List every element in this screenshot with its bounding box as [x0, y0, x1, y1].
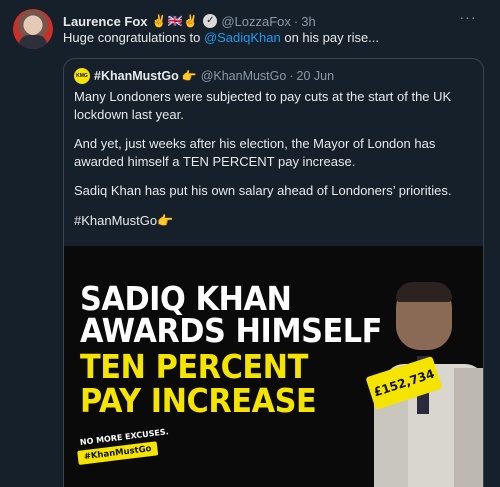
- more-options-icon[interactable]: ···: [458, 10, 478, 28]
- tweet-header: Laurence Fox ✌️🇬🇧✌️ ✓ @LozzaFox · 3h: [63, 12, 316, 30]
- avatar-face: [25, 17, 41, 35]
- verified-icon: ✓: [203, 14, 218, 28]
- quoted-name[interactable]: #KhanMustGo: [94, 69, 179, 83]
- author-emoji: ✌️🇬🇧✌️: [151, 14, 200, 28]
- author-name[interactable]: Laurence Fox: [63, 14, 148, 29]
- tweet-text: Huge congratulations to @SadiqKhan on hi…: [63, 30, 379, 45]
- quoted-media-image[interactable]: SADIQ KHAN AWARDS HIMSELF TEN PERCENT PA…: [64, 246, 483, 487]
- person-hair: [396, 282, 452, 302]
- headline-line-4: PAY INCREASE: [80, 381, 317, 420]
- quoted-paragraph: And yet, just weeks after his election, …: [74, 136, 436, 169]
- tweet: Laurence Fox ✌️🇬🇧✌️ ✓ @LozzaFox · 3h ···…: [0, 0, 500, 487]
- avatar-suit: [19, 35, 47, 49]
- headline-line-3: TEN PERCENT: [80, 347, 308, 386]
- tweet-time[interactable]: 3h: [301, 14, 315, 29]
- pointing-hand-icon: 👉: [181, 69, 197, 83]
- headline-line-2: AWARDS HIMSELF: [80, 311, 382, 350]
- quoted-separator: ·: [289, 69, 294, 83]
- quoted-paragraph: Many Londoners were subjected to pay cut…: [74, 89, 452, 122]
- quoted-body: Many Londoners were subjected to pay cut…: [74, 88, 474, 241]
- tweet-text-suffix: on his pay rise...: [280, 30, 380, 45]
- quoted-handle[interactable]: @KhanMustGo: [201, 69, 287, 83]
- quoted-header: KMG #KhanMustGo 👉 @KhanMustGo · 20 Jun: [74, 68, 334, 84]
- author-avatar[interactable]: [13, 9, 53, 49]
- quoted-paragraph: Sadiq Khan has put his own salary ahead …: [74, 183, 452, 198]
- quoted-time[interactable]: 20 Jun: [297, 69, 335, 83]
- mention-link[interactable]: @SadiqKhan: [204, 30, 281, 45]
- quoted-avatar[interactable]: KMG: [74, 68, 90, 84]
- author-handle[interactable]: @LozzaFox: [221, 14, 291, 29]
- jacket-right: [454, 368, 483, 487]
- quoted-tweet[interactable]: KMG #KhanMustGo 👉 @KhanMustGo · 20 Jun M…: [63, 58, 484, 487]
- tweet-text-prefix: Huge congratulations to: [63, 30, 204, 45]
- header-separator: ·: [293, 13, 299, 29]
- quoted-hashtag[interactable]: #KhanMustGo👉: [74, 212, 474, 230]
